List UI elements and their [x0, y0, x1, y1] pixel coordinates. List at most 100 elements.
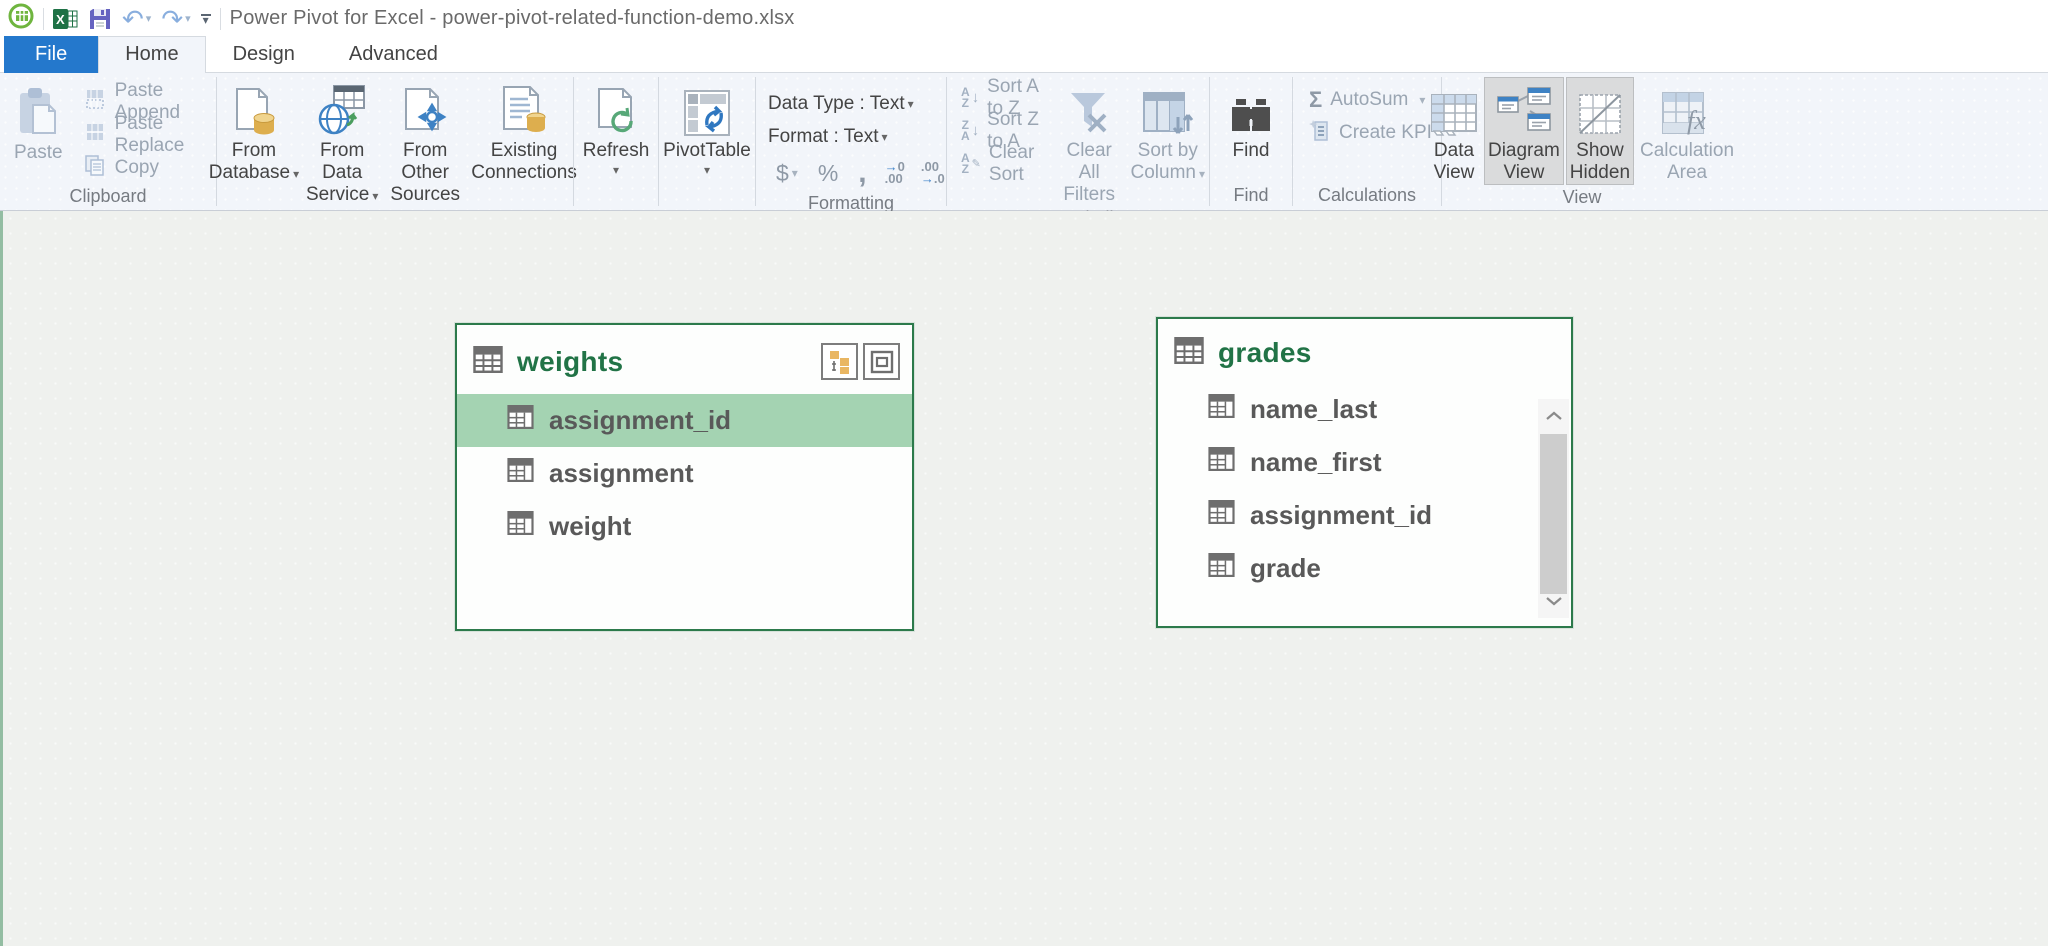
paste-button[interactable]: Paste — [10, 79, 67, 164]
group-label-clipboard: Clipboard — [0, 184, 216, 211]
table-icon — [473, 346, 503, 378]
group-sort-and-filter: AZ↓ Sort A to Z ZA↓ Sort Z to A AZ✎ Clea… — [947, 73, 1209, 210]
existing-connections-button[interactable]: Existing Connections — [468, 77, 580, 184]
copy-icon — [83, 154, 107, 182]
maximize-table-icon[interactable] — [863, 343, 900, 380]
group-find: Find Find — [1210, 73, 1292, 210]
autosum-button[interactable]: Σ AutoSum ▾ — [1303, 83, 1431, 116]
data-view-button[interactable]: Data View — [1426, 77, 1482, 184]
table-name: weights — [517, 346, 623, 378]
titlebar-separator — [43, 8, 44, 30]
group-get-external-data: From Database▾ From Data Service▾ From O… — [217, 73, 573, 210]
titlebar: X ↶▾ ↷▾ ▾ Power Pivot for Excel - power-… — [0, 0, 2048, 37]
show-hidden-button[interactable]: Show Hidden — [1566, 77, 1634, 185]
currency-button[interactable]: $▾ — [768, 160, 806, 187]
find-button[interactable]: Find — [1224, 77, 1278, 162]
sort-by-column-button[interactable]: Sort by Column▾ — [1127, 77, 1210, 185]
group-clipboard: Paste Paste Append Paste Replace Copy — [0, 73, 216, 210]
customize-quick-access-toolbar-icon[interactable]: ▾ — [201, 5, 211, 33]
column-icon — [1208, 447, 1235, 478]
group-formatting: Data Type : Text▾ Format : Text▾ $▾ % , … — [756, 73, 946, 210]
group-label-find: Find — [1210, 183, 1292, 210]
group-label-calculations: Calculations — [1293, 183, 1441, 210]
diagram-table-weights[interactable]: weights assignment_idassignmentweight — [455, 323, 914, 631]
thousands-separator-button[interactable]: , — [850, 156, 874, 190]
group-view: Data View Diagram View Show Hidden — [1442, 73, 1722, 210]
dropdown-icon: ▾ — [792, 166, 798, 180]
save-icon[interactable] — [88, 5, 112, 33]
autosum-sigma-icon: Σ — [1309, 87, 1322, 113]
table-icon — [1174, 337, 1204, 369]
window-title: Power Pivot for Excel - power-pivot-rela… — [230, 7, 795, 30]
scrollbar-track[interactable] — [1538, 432, 1569, 585]
find-binoculars-icon — [1228, 81, 1274, 137]
dropdown-icon: ▾ — [372, 189, 378, 203]
refresh-button[interactable]: Refresh ▾ — [579, 77, 654, 177]
column-icon — [507, 458, 534, 489]
dropdown-icon: ▾ — [704, 163, 710, 177]
quick-access-toolbar: X ↶▾ ↷▾ ▾ — [53, 5, 211, 33]
column-icon — [1208, 500, 1235, 531]
column-icon — [1208, 553, 1235, 584]
group-refresh: Refresh ▾ — [574, 73, 658, 210]
tab-advanced[interactable]: Advanced — [322, 36, 465, 73]
increase-decimal-button[interactable]: →0.00 — [879, 161, 911, 185]
refresh-icon — [593, 81, 639, 137]
diagram-view-button[interactable]: Diagram View — [1484, 77, 1564, 185]
diagram-view-icon — [1496, 81, 1552, 137]
titlebar-separator — [220, 8, 221, 30]
copy-button[interactable]: Copy — [77, 151, 212, 184]
diagram-canvas: weightsassignment_idassignmentweightgrad… — [0, 211, 2048, 946]
column-icon — [1208, 394, 1235, 425]
tab-home[interactable]: Home — [98, 36, 205, 73]
group-calculations: Σ AutoSum ▾ Create KPI Calculations — [1293, 73, 1441, 210]
clear-filters-icon — [1063, 81, 1115, 137]
show-hidden-icon — [1576, 81, 1624, 137]
tab-file[interactable]: File — [4, 36, 98, 73]
clear-sort-button[interactable]: AZ✎ Clear Sort — [955, 147, 1052, 180]
table-header[interactable]: grades — [1158, 319, 1571, 383]
from-data-service-button[interactable]: From Data Service▾ — [302, 77, 382, 207]
calculation-area-button[interactable]: fx Calculation Area — [1636, 77, 1738, 184]
scroll-up-icon[interactable] — [1538, 399, 1569, 432]
sort-ascending-icon: AZ↓ — [961, 87, 979, 109]
table-header[interactable]: weights — [457, 325, 912, 394]
data-view-icon — [1430, 81, 1478, 137]
field-name_first[interactable]: name_first — [1158, 436, 1535, 489]
from-data-service-icon — [317, 81, 367, 137]
sort-descending-icon: ZA↓ — [961, 120, 979, 142]
field-weight[interactable]: weight — [457, 500, 912, 553]
excel-icon[interactable]: X — [53, 5, 78, 33]
data-type-dropdown[interactable]: Data Type : Text▾ — [768, 87, 951, 120]
scrollbar-thumb[interactable] — [1540, 434, 1567, 594]
create-kpi-button[interactable]: Create KPI — [1303, 116, 1438, 149]
format-dropdown[interactable]: Format : Text▾ — [768, 120, 951, 153]
paste-append-icon — [83, 88, 107, 116]
field-assignment_id[interactable]: assignment_id — [1158, 489, 1535, 542]
power-pivot-app-icon — [8, 3, 34, 34]
field-assignment[interactable]: assignment — [457, 447, 912, 500]
from-database-button[interactable]: From Database▾ — [210, 77, 298, 185]
pivottable-button[interactable]: PivotTable ▾ — [659, 77, 755, 177]
create-hierarchy-icon[interactable] — [821, 343, 858, 380]
calculation-area-icon: fx — [1661, 81, 1713, 137]
paste-replace-button[interactable]: Paste Replace — [77, 118, 212, 151]
field-grade[interactable]: grade — [1158, 542, 1535, 595]
tab-design[interactable]: Design — [206, 36, 322, 73]
field-name_last[interactable]: name_last — [1158, 383, 1535, 436]
diagram-table-grades[interactable]: gradesname_lastname_firstassignment_idgr… — [1156, 317, 1573, 628]
power-pivot-window: X ↶▾ ↷▾ ▾ Power Pivot for Excel - power-… — [0, 0, 2048, 947]
table-scrollbar[interactable] — [1538, 399, 1569, 618]
svg-text:fx: fx — [1687, 106, 1706, 135]
field-assignment_id[interactable]: assignment_id — [457, 394, 912, 447]
dropdown-icon: ▾ — [882, 130, 888, 144]
redo-dropdown-icon[interactable]: ▾ — [185, 12, 191, 25]
from-other-sources-button[interactable]: From Other Sources — [386, 77, 464, 206]
paste-icon — [17, 83, 59, 139]
percent-button[interactable]: % — [810, 160, 846, 187]
undo-icon[interactable]: ↶▾ — [122, 5, 151, 33]
undo-dropdown-icon[interactable]: ▾ — [146, 12, 152, 25]
column-icon — [507, 405, 534, 436]
clear-all-filters-button[interactable]: Clear All Filters — [1052, 77, 1127, 206]
redo-icon[interactable]: ↷▾ — [161, 5, 190, 33]
